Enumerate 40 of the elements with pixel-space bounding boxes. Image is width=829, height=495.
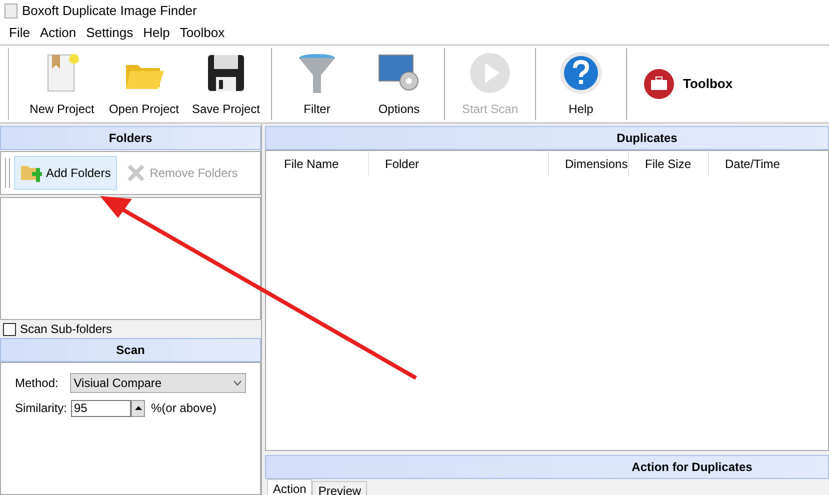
cross-icon: [126, 163, 146, 183]
menu-item[interactable]: Settings: [81, 23, 138, 43]
toolbar-button[interactable]: New Project: [21, 48, 103, 120]
tab[interactable]: Action: [267, 479, 312, 495]
chevron-down-icon: [233, 380, 242, 386]
folders-header: Folders: [0, 126, 261, 150]
column-header[interactable]: Date/Time: [708, 151, 828, 176]
toolbox-button[interactable]: Toolbox: [631, 48, 745, 120]
window-title: Boxoft Duplicate Image Finder: [22, 2, 197, 20]
help-icon: [559, 51, 603, 95]
action-header: Action for Duplicates: [265, 455, 829, 479]
scan-header: Scan: [0, 338, 261, 362]
menu-item[interactable]: Action: [34, 23, 82, 43]
add-folders-button[interactable]: Add Folders: [14, 156, 117, 190]
column-header[interactable]: File Size: [628, 151, 708, 176]
method-label: Method:: [15, 375, 60, 392]
toolbar-button[interactable]: Save Project: [185, 48, 267, 120]
folder-plus-icon: [20, 163, 42, 183]
similarity-field[interactable]: 95: [71, 400, 131, 416]
checkbox-label: Scan Sub-folders: [20, 321, 112, 338]
checkbox[interactable]: [3, 322, 16, 336]
column-header[interactable]: Dimensions: [548, 151, 628, 176]
column-header[interactable]: File Name: [268, 151, 368, 176]
method-dropdown[interactable]: Visiual Compare: [70, 373, 246, 393]
play-icon: [468, 51, 512, 95]
toolbar-button[interactable]: Help: [540, 48, 622, 120]
tab[interactable]: Preview: [312, 481, 368, 495]
toolbox-icon: [643, 68, 675, 100]
spin-up-icon[interactable]: [131, 400, 145, 416]
toolbar-button[interactable]: Open Project: [103, 48, 185, 120]
toolbar-button[interactable]: Options: [358, 48, 440, 120]
duplicates-header: Duplicates: [265, 126, 829, 150]
menu-item[interactable]: Toolbox: [174, 23, 230, 43]
similarity-suffix: %(or above): [151, 400, 216, 417]
toolbar-button[interactable]: Filter: [276, 48, 358, 120]
app-icon: [4, 3, 18, 19]
menu-item[interactable]: Help: [138, 23, 175, 43]
menu-item[interactable]: File: [4, 23, 35, 43]
column-header[interactable]: Folder: [368, 151, 548, 176]
similarity-label: Similarity:: [15, 400, 68, 417]
